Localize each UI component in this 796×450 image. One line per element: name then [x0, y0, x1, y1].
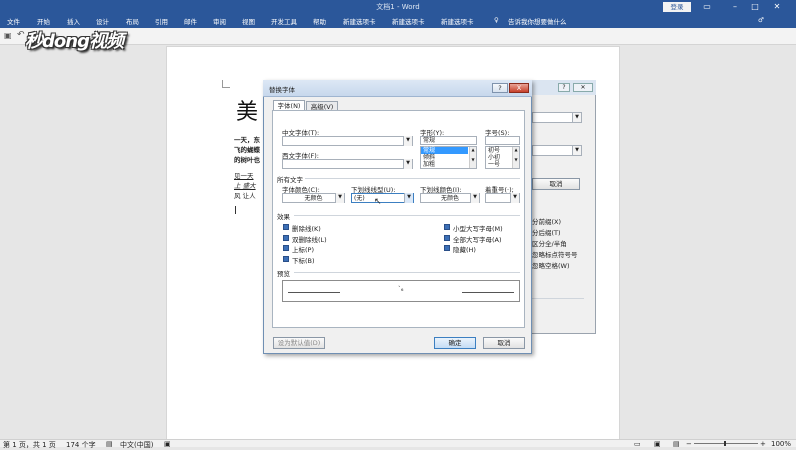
size-input[interactable] [485, 136, 520, 145]
login-button[interactable]: 登录 [663, 2, 691, 12]
help-icon[interactable]: ? [492, 83, 508, 93]
list-item[interactable]: 常规 [421, 147, 468, 154]
tab-new-3[interactable]: 新建选项卡 [441, 16, 474, 26]
scrollbar[interactable]: ▲ ▼ [469, 147, 476, 168]
tell-me-search[interactable]: 告诉我你想要做什么 [508, 16, 567, 26]
subscript-checkbox[interactable] [283, 256, 289, 262]
text-cursor [235, 206, 236, 214]
chevron-down-icon[interactable]: ▼ [403, 159, 412, 169]
tab-new-1[interactable]: 新建选项卡 [343, 16, 376, 26]
scrollbar[interactable]: ▲ ▼ [512, 147, 519, 168]
zoom-slider-thumb[interactable] [724, 441, 726, 446]
tab-view[interactable]: 视图 [242, 16, 255, 26]
tab-mailings[interactable]: 邮件 [184, 16, 197, 26]
divider [305, 178, 520, 179]
ok-button[interactable]: 确定 [434, 337, 476, 349]
double-strikethrough-checkbox[interactable] [283, 235, 289, 241]
zoom-slider[interactable] [694, 443, 758, 444]
tab-insert[interactable]: 插入 [67, 16, 80, 26]
bg-option[interactable]: 分后缀(T) [532, 227, 561, 237]
doc-line: 风 让人 [234, 192, 256, 200]
hidden-checkbox[interactable] [444, 245, 450, 251]
bg-option[interactable]: 忽略标点符号号 [532, 249, 578, 259]
doc-line: 飞的蝴蝶 [234, 146, 260, 154]
strikethrough-checkbox[interactable] [283, 224, 289, 230]
list-item[interactable]: 倾斜 [421, 154, 435, 161]
hidden-label: 隐藏(H) [453, 246, 476, 254]
cancel-button[interactable]: 取消 [483, 337, 525, 349]
close-icon[interactable]: ✕ [573, 83, 593, 92]
mouse-cursor-icon: ↖ [374, 197, 382, 207]
tab-review[interactable]: 审阅 [213, 16, 226, 26]
share-icon[interactable]: ♂ [758, 16, 764, 24]
doc-line: 见一天 [234, 172, 254, 180]
undo-icon[interactable]: ↶ [17, 30, 25, 40]
double-strikethrough-label: 双删除线(L) [292, 236, 327, 244]
superscript-checkbox[interactable] [283, 245, 289, 251]
small-caps-label: 小型大写字母(M) [453, 225, 503, 233]
chevron-down-icon[interactable]: ▼ [470, 193, 479, 203]
maximize-icon[interactable]: □ [748, 1, 762, 13]
doc-title-char: 美 [236, 100, 259, 125]
doc-line: 一天，东 [234, 136, 260, 144]
effects-heading: 效果 [277, 213, 290, 221]
bg-option[interactable]: 区分全/半角 [532, 238, 567, 248]
list-item[interactable]: 加粗 [421, 161, 435, 168]
chevron-down-icon[interactable]: ▼ [335, 193, 344, 203]
bg-cancel-button[interactable]: 取消 [532, 178, 580, 190]
style-input[interactable]: 常规 [420, 136, 477, 145]
chevron-down-icon[interactable]: ▼ [572, 146, 581, 155]
chinese-font-select[interactable] [282, 136, 413, 146]
lightbulb-icon[interactable]: ♀ [494, 16, 499, 24]
all-caps-label: 全部大写字母(A) [453, 236, 502, 244]
chevron-down-icon[interactable]: ▼ [572, 113, 581, 122]
dialog-title: 替换字体 [269, 86, 295, 94]
western-font-select[interactable] [282, 159, 413, 169]
close-icon[interactable]: ✕ [770, 1, 784, 13]
list-item[interactable]: 一号 [486, 161, 500, 168]
chevron-down-icon[interactable]: ▼ [404, 193, 413, 203]
close-icon[interactable]: X [509, 83, 529, 93]
all-text-heading: 所有文字 [277, 176, 303, 184]
tab-new-2[interactable]: 新建选项卡 [392, 16, 425, 26]
strikethrough-label: 删除线(K) [292, 225, 321, 233]
tab-help[interactable]: 帮助 [313, 16, 326, 26]
bg-option[interactable]: 分前缀(X) [532, 216, 561, 226]
watermark-logo: 秒dong视频 [25, 31, 124, 52]
margin-mark [222, 80, 230, 88]
tab-references[interactable]: 引用 [155, 16, 168, 26]
preview-heading: 预览 [277, 270, 290, 278]
set-default-button[interactable]: 设为默认值(D) [273, 337, 325, 349]
list-item[interactable]: 初号 [486, 147, 500, 154]
preview-line [288, 292, 340, 293]
save-icon[interactable]: ▣ [4, 31, 12, 40]
minimize-icon[interactable]: – [728, 1, 742, 13]
small-caps-checkbox[interactable] [444, 224, 450, 230]
list-item[interactable]: 小初 [486, 154, 500, 161]
divider [294, 215, 520, 216]
preview-text: `₆ [398, 286, 404, 293]
doc-line: 的树叶也 [234, 156, 260, 164]
all-caps-checkbox[interactable] [444, 235, 450, 241]
ribbon-display-icon[interactable]: ▭ [700, 1, 714, 13]
preview-line [462, 292, 514, 293]
help-icon[interactable]: ? [558, 83, 570, 92]
chevron-down-icon[interactable]: ▼ [403, 136, 412, 146]
language-indicator[interactable]: 中文(中国) [120, 440, 153, 450]
page-count[interactable]: 第 1 页，共 1 页 [3, 440, 56, 450]
bg-option[interactable]: 忽略空格(W) [532, 260, 570, 270]
tab-layout[interactable]: 布局 [126, 16, 139, 26]
tab-developer[interactable]: 开发工具 [271, 16, 297, 26]
tab-design[interactable]: 设计 [96, 16, 109, 26]
tab-file[interactable]: 文件 [7, 16, 20, 26]
word-count[interactable]: 174 个字 [66, 440, 96, 450]
superscript-label: 上标(P) [292, 246, 314, 254]
tab-home[interactable]: 开始 [37, 16, 50, 26]
divider [532, 298, 584, 299]
divider [294, 272, 520, 273]
chevron-down-icon[interactable]: ▼ [510, 193, 519, 203]
doc-line: 上 盛大 [234, 182, 256, 190]
subscript-label: 下标(B) [292, 257, 315, 265]
